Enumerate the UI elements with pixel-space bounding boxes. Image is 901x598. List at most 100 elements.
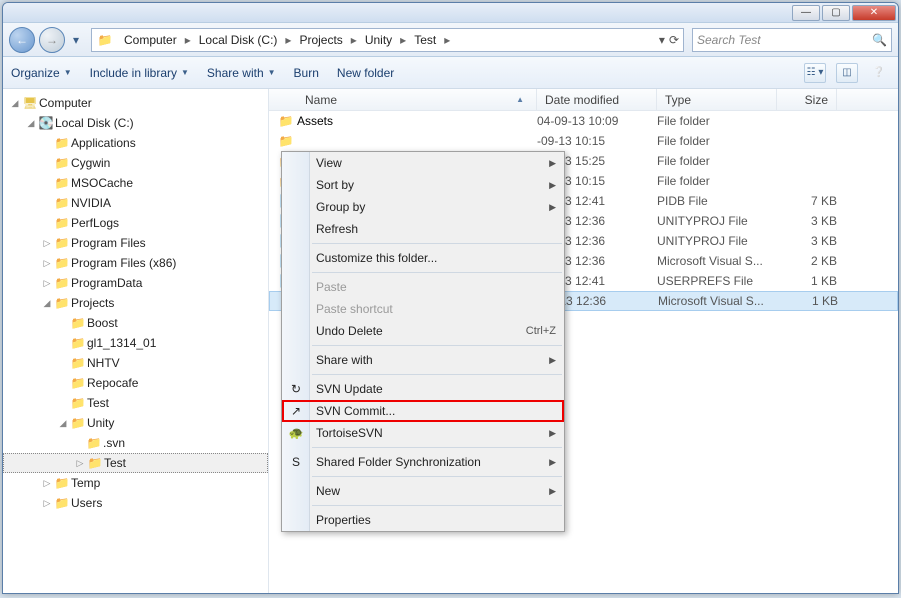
- tree-node[interactable]: ▷📁ProgramData: [3, 273, 268, 293]
- expand-icon[interactable]: ▷: [41, 258, 53, 269]
- expand-icon[interactable]: ▷: [41, 478, 53, 489]
- tree-node[interactable]: 📁NHTV: [3, 353, 268, 373]
- share-with-button[interactable]: Share with▼: [207, 66, 276, 80]
- tree-node[interactable]: ▷📁Program Files (x86): [3, 253, 268, 273]
- file-row[interactable]: 📁Assets04-09-13 10:09File folder: [269, 111, 898, 131]
- preview-pane-button[interactable]: ◫: [836, 63, 858, 83]
- tree-label: Projects: [71, 296, 114, 310]
- menu-item[interactable]: Refresh: [282, 218, 564, 240]
- menu-item[interactable]: ↻SVN Update: [282, 378, 564, 400]
- maximize-button[interactable]: ▢: [822, 5, 850, 21]
- forward-button[interactable]: →: [39, 27, 65, 53]
- tree-icon: 📁: [53, 176, 71, 190]
- expand-icon[interactable]: ◢: [9, 98, 21, 109]
- expand-icon[interactable]: ◢: [57, 418, 69, 429]
- crumb-computer[interactable]: Computer: [118, 31, 183, 49]
- menu-label: Properties: [316, 513, 371, 527]
- file-type: File folder: [657, 114, 777, 128]
- tree-icon: 📁: [53, 496, 71, 510]
- tree-node[interactable]: ▷📁Test: [3, 453, 268, 473]
- tree-node[interactable]: 📁Boost: [3, 313, 268, 333]
- toolbar: Organize▼ Include in library▼ Share with…: [3, 57, 898, 89]
- col-date[interactable]: Date modified: [537, 89, 657, 110]
- tree-node[interactable]: 📁MSOCache: [3, 173, 268, 193]
- refresh-icon[interactable]: ⟳: [669, 33, 679, 47]
- tree-node[interactable]: ◢💽Local Disk (C:): [3, 113, 268, 133]
- menu-shortcut: Ctrl+Z: [526, 325, 556, 337]
- tree-node[interactable]: ▷📁Users: [3, 493, 268, 513]
- file-type: Microsoft Visual S...: [657, 254, 777, 268]
- context-menu[interactable]: View▶Sort by▶Group by▶Refresh Customize t…: [281, 151, 565, 532]
- tree-node[interactable]: 📁Cygwin: [3, 153, 268, 173]
- tree-node[interactable]: ▷📁Program Files: [3, 233, 268, 253]
- expand-icon[interactable]: ▷: [41, 278, 53, 289]
- crumb-projects[interactable]: Projects: [293, 31, 348, 49]
- burn-button[interactable]: Burn: [294, 66, 319, 80]
- crumb-disk[interactable]: Local Disk (C:): [193, 31, 284, 49]
- col-name[interactable]: Name▲: [297, 89, 537, 110]
- new-folder-button[interactable]: New folder: [337, 66, 394, 80]
- menu-item[interactable]: View▶: [282, 152, 564, 174]
- col-size[interactable]: Size: [777, 89, 837, 110]
- menu-label: SVN Update: [316, 382, 383, 396]
- close-button[interactable]: ✕: [852, 5, 896, 21]
- help-icon[interactable]: ❔: [868, 63, 890, 83]
- organize-button[interactable]: Organize▼: [11, 66, 72, 80]
- breadcrumb[interactable]: 📁 Computer▸ Local Disk (C:)▸ Projects▸ U…: [91, 28, 684, 52]
- expand-icon[interactable]: ▷: [41, 498, 53, 509]
- menu-item[interactable]: 🐢TortoiseSVN▶: [282, 422, 564, 444]
- menu-item[interactable]: Customize this folder...: [282, 247, 564, 269]
- chevron-down-icon: ▼: [64, 68, 72, 77]
- expand-icon[interactable]: ◢: [25, 118, 37, 129]
- tree-node[interactable]: 📁Repocafe: [3, 373, 268, 393]
- expand-icon[interactable]: ▷: [74, 458, 86, 469]
- back-button[interactable]: ←: [9, 27, 35, 53]
- tree-node[interactable]: 📁gl1_1314_01: [3, 333, 268, 353]
- tree-label: Computer: [39, 96, 92, 110]
- tree-node[interactable]: 📁Test: [3, 393, 268, 413]
- minimize-button[interactable]: —: [792, 5, 820, 21]
- history-dropdown-icon[interactable]: ▾: [69, 33, 83, 47]
- chevron-right-icon: ▸: [398, 33, 408, 47]
- tree-node[interactable]: 📁PerfLogs: [3, 213, 268, 233]
- tree-label: gl1_1314_01: [87, 336, 156, 350]
- menu-item[interactable]: ↗SVN Commit...: [282, 400, 564, 422]
- menu-item[interactable]: Share with▶: [282, 349, 564, 371]
- tree-icon: 📁: [53, 196, 71, 210]
- expand-icon[interactable]: ▷: [41, 238, 53, 249]
- menu-item[interactable]: Group by▶: [282, 196, 564, 218]
- folder-tree[interactable]: ◢🖥Computer◢💽Local Disk (C:)📁Applications…: [3, 89, 269, 593]
- view-options-button[interactable]: ☷ ▾: [804, 63, 826, 83]
- tree-icon: 📁: [53, 296, 71, 310]
- search-input[interactable]: Search Test 🔍: [692, 28, 892, 52]
- dropdown-icon[interactable]: ▾: [659, 33, 665, 47]
- file-date: 04-09-13 10:09: [537, 114, 657, 128]
- tree-node[interactable]: ◢📁Projects: [3, 293, 268, 313]
- crumb-unity[interactable]: Unity: [359, 31, 398, 49]
- tree-node[interactable]: 📁Applications: [3, 133, 268, 153]
- menu-item[interactable]: Undo DeleteCtrl+Z: [282, 320, 564, 342]
- menu-label: Shared Folder Synchronization: [316, 455, 481, 469]
- menu-label: Customize this folder...: [316, 251, 437, 265]
- file-type: UNITYPROJ File: [657, 234, 777, 248]
- tree-label: Boost: [87, 316, 118, 330]
- col-type[interactable]: Type: [657, 89, 777, 110]
- include-library-button[interactable]: Include in library▼: [90, 66, 189, 80]
- tree-node[interactable]: 📁NVIDIA: [3, 193, 268, 213]
- tree-node[interactable]: 📁.svn: [3, 433, 268, 453]
- menu-item[interactable]: New▶: [282, 480, 564, 502]
- menu-separator: [312, 476, 562, 477]
- file-row[interactable]: 📁-09-13 10:15File folder: [269, 131, 898, 151]
- menu-item[interactable]: Properties: [282, 509, 564, 531]
- tree-node[interactable]: ◢🖥Computer: [3, 93, 268, 113]
- chevron-right-icon: ▶: [549, 428, 556, 439]
- menu-item[interactable]: SShared Folder Synchronization▶: [282, 451, 564, 473]
- crumb-test[interactable]: Test: [408, 31, 442, 49]
- tree-icon: 📁: [69, 396, 87, 410]
- menu-item[interactable]: Sort by▶: [282, 174, 564, 196]
- file-icon: 📁: [275, 134, 297, 148]
- expand-icon[interactable]: ◢: [41, 298, 53, 309]
- tree-node[interactable]: ◢📁Unity: [3, 413, 268, 433]
- file-name: Assets: [297, 114, 537, 128]
- tree-node[interactable]: ▷📁Temp: [3, 473, 268, 493]
